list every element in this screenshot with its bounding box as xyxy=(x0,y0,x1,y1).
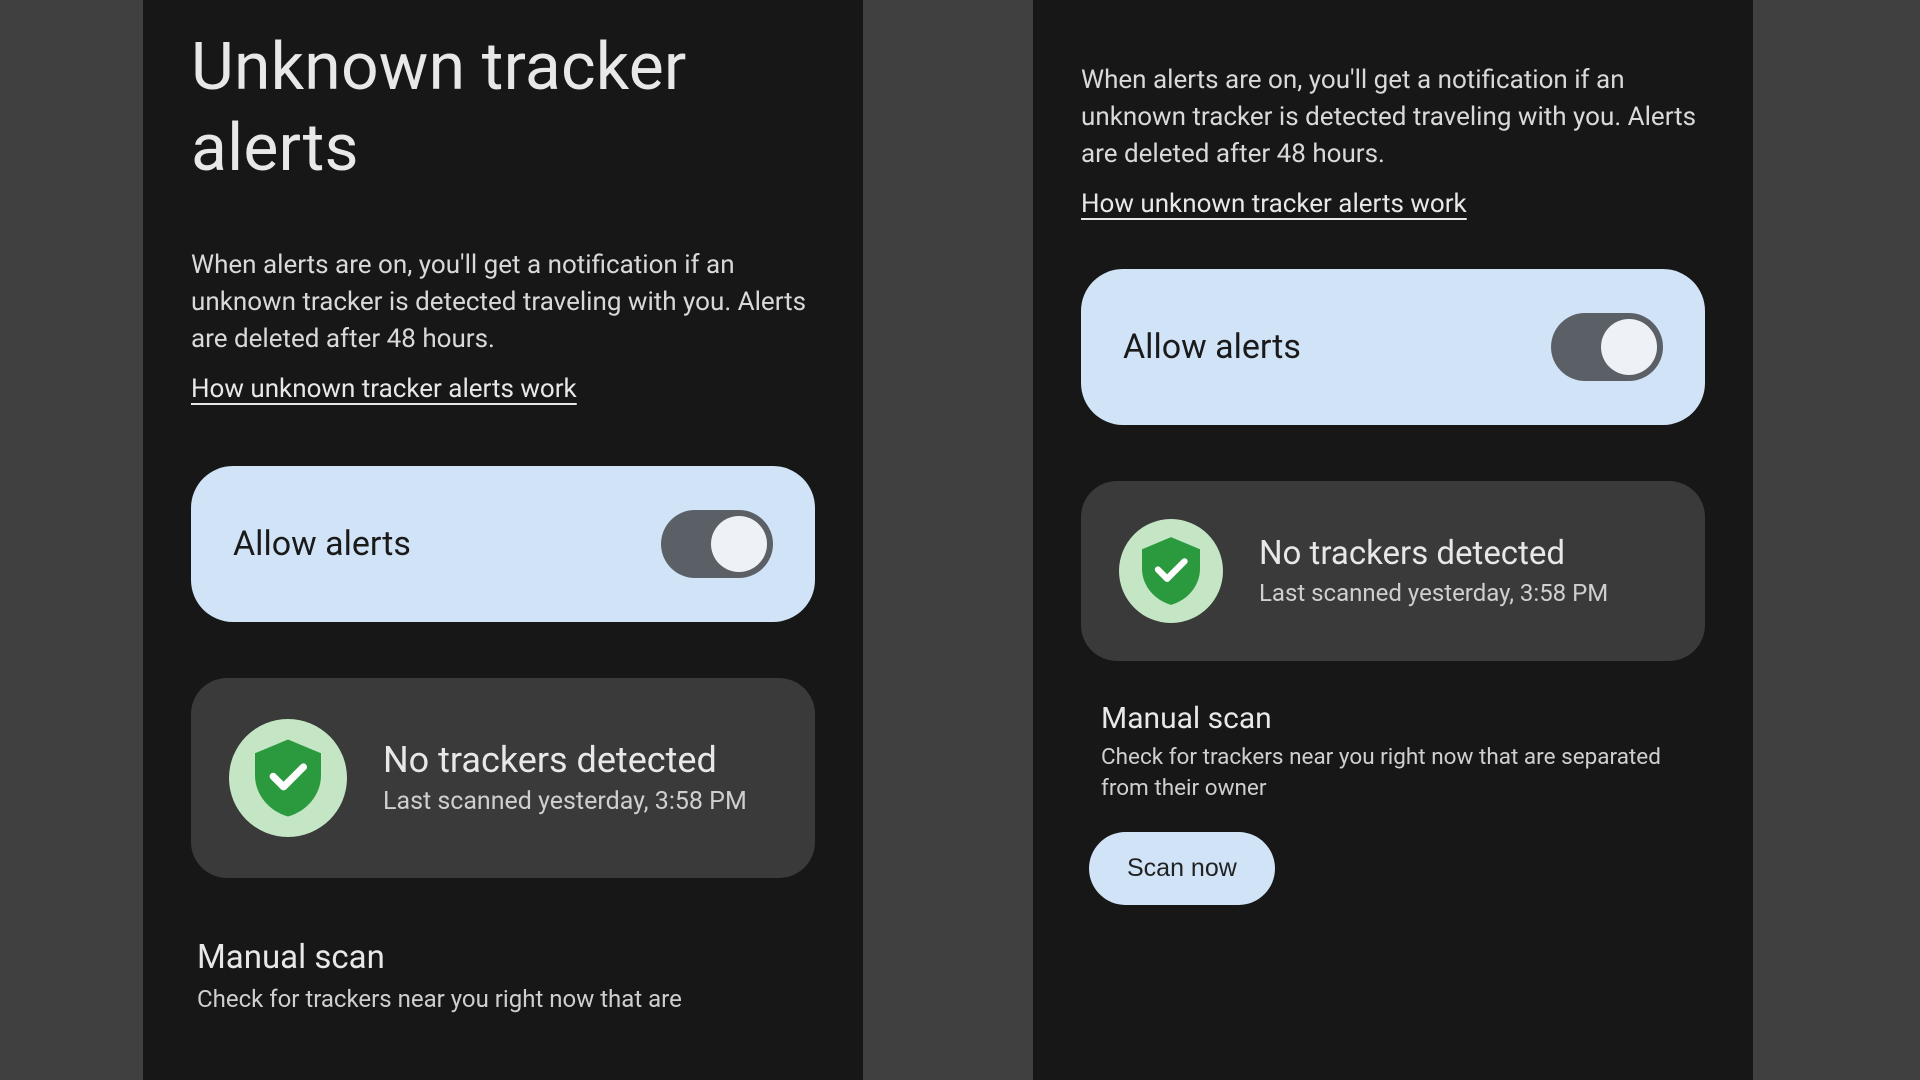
toggle-knob xyxy=(1601,319,1657,375)
shield-check-icon xyxy=(1119,519,1223,623)
allow-alerts-label: Allow alerts xyxy=(233,524,411,564)
status-subtitle: Last scanned yesterday, 3:58 PM xyxy=(1259,579,1608,607)
allow-alerts-label: Allow alerts xyxy=(1123,327,1301,367)
manual-scan-description: Check for trackers near you right now th… xyxy=(197,983,815,1016)
learn-more-link[interactable]: How unknown tracker alerts work xyxy=(1081,189,1467,219)
allow-alerts-toggle[interactable] xyxy=(661,510,773,578)
allow-alerts-toggle[interactable] xyxy=(1551,313,1663,381)
manual-scan-title: Manual scan xyxy=(197,938,815,977)
scan-status-card[interactable]: No trackers detected Last scanned yester… xyxy=(1081,481,1705,661)
settings-screen-left: Unknown tracker alerts When alerts are o… xyxy=(143,0,863,1080)
status-title: No trackers detected xyxy=(1259,534,1608,573)
manual-scan-title: Manual scan xyxy=(1101,701,1705,736)
allow-alerts-card[interactable]: Allow alerts xyxy=(1081,269,1705,425)
toggle-knob xyxy=(711,516,767,572)
learn-more-link[interactable]: How unknown tracker alerts work xyxy=(191,374,577,404)
page-description: When alerts are on, you'll get a notific… xyxy=(191,247,815,358)
scan-status-card[interactable]: No trackers detected Last scanned yester… xyxy=(191,678,815,878)
page-description: When alerts are on, you'll get a notific… xyxy=(1081,62,1705,173)
shield-check-icon xyxy=(229,719,347,837)
allow-alerts-card[interactable]: Allow alerts xyxy=(191,466,815,622)
scan-now-button[interactable]: Scan now xyxy=(1089,832,1275,905)
settings-screen-right: When alerts are on, you'll get a notific… xyxy=(1033,0,1753,1080)
status-title: No trackers detected xyxy=(383,739,747,781)
status-subtitle: Last scanned yesterday, 3:58 PM xyxy=(383,787,747,816)
page-title: Unknown tracker alerts xyxy=(191,28,815,189)
manual-scan-description: Check for trackers near you right now th… xyxy=(1101,742,1705,804)
